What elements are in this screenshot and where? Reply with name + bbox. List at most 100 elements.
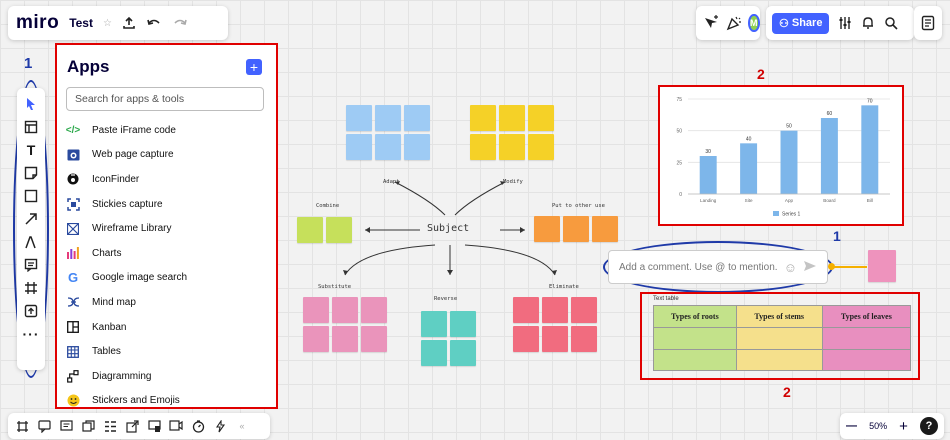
sticky-note-substitute[interactable] — [303, 326, 329, 352]
sticky-note-icon[interactable] — [20, 163, 42, 183]
export-board-icon[interactable] — [122, 16, 136, 30]
zoom-in-button[interactable]: + — [899, 418, 908, 435]
sticky-note-eliminate[interactable] — [542, 297, 568, 323]
text-icon[interactable]: T — [20, 140, 42, 160]
more-icon[interactable]: ··· — [20, 324, 42, 344]
mind-map-subject[interactable]: Subject — [427, 223, 469, 234]
sticky-note-adapt[interactable] — [375, 105, 401, 131]
sticky-note-modify[interactable] — [470, 134, 496, 160]
user-avatar[interactable]: M — [748, 14, 760, 32]
emoji-picker-icon[interactable]: ☺ — [784, 260, 797, 275]
export-icon[interactable] — [125, 419, 139, 433]
app-item-paste-iframe[interactable]: </> Paste iFrame code — [66, 118, 266, 143]
sticky-note-eliminate[interactable] — [571, 297, 597, 323]
roots-stems-leaves-table[interactable]: Types of roots Types of stems Types of l… — [653, 305, 912, 371]
sticky-note-other-use[interactable] — [534, 216, 560, 242]
sticky-note-substitute[interactable] — [332, 297, 358, 323]
crop-icon[interactable] — [20, 278, 42, 298]
search-icon[interactable] — [884, 16, 899, 30]
select-icon[interactable] — [20, 94, 42, 114]
sticky-note-substitute[interactable] — [361, 326, 387, 352]
voting-icon[interactable] — [213, 419, 227, 433]
upload-icon[interactable] — [20, 301, 42, 321]
sticky-note-eliminate[interactable] — [513, 326, 539, 352]
sticky-note-modify[interactable] — [528, 105, 554, 131]
table-header-stems[interactable]: Types of stems — [735, 305, 823, 328]
help-button[interactable]: ? — [919, 417, 938, 435]
arrow-icon[interactable] — [20, 209, 42, 229]
sticky-note-modify[interactable] — [470, 105, 496, 131]
sticky-note-eliminate[interactable] — [571, 326, 597, 352]
app-item-stickers-emojis[interactable]: Stickers and Emojis — [66, 389, 266, 414]
app-item-web-capture[interactable]: Web page capture — [66, 143, 266, 168]
reactions-icon[interactable] — [702, 15, 720, 31]
comment-input[interactable]: Add a comment. Use @ to mention. ☺ — [608, 250, 828, 284]
share-button[interactable]: ⚇ Share — [772, 12, 830, 34]
board-menu-button[interactable] — [914, 6, 942, 40]
app-item-kanban[interactable]: Kanban — [66, 315, 266, 340]
sticky-note-substitute[interactable] — [303, 297, 329, 323]
zoom-out-button[interactable]: — — [846, 420, 857, 432]
board-name[interactable]: Test — [69, 16, 93, 30]
sticky-note-other-use[interactable] — [563, 216, 589, 242]
collapse-chevron-icon[interactable]: « — [235, 419, 249, 433]
zoom-level[interactable]: 50% — [869, 421, 887, 431]
sticky-note-eliminate[interactable] — [542, 326, 568, 352]
cards-icon[interactable] — [81, 419, 95, 433]
present-icon[interactable] — [147, 419, 161, 433]
table-cell[interactable] — [653, 348, 737, 371]
star-icon[interactable]: ☆ — [103, 18, 112, 29]
sticky-note-modify[interactable] — [528, 134, 554, 160]
sticky-note-substitute[interactable] — [332, 326, 358, 352]
sticky-note-reverse[interactable] — [450, 311, 476, 337]
add-app-button[interactable]: + — [246, 59, 262, 75]
table-cell[interactable] — [653, 327, 737, 350]
comments-icon[interactable] — [59, 419, 73, 433]
sticky-note-adapt[interactable] — [404, 134, 430, 160]
sticky-note[interactable] — [868, 250, 896, 282]
sticky-note-combine[interactable] — [326, 217, 352, 243]
app-item-charts[interactable]: Charts — [66, 241, 266, 266]
sticky-note-adapt[interactable] — [404, 105, 430, 131]
table-header-roots[interactable]: Types of roots — [653, 305, 737, 328]
table-cell[interactable] — [735, 327, 823, 350]
app-item-stickies-capture[interactable]: Stickies capture — [66, 192, 266, 217]
sticky-note-adapt[interactable] — [346, 105, 372, 131]
app-item-mind-map[interactable]: Mind map — [66, 290, 266, 315]
table-header-leaves[interactable]: Types of leaves — [821, 305, 912, 328]
app-item-tables[interactable]: Tables — [66, 339, 266, 364]
sticky-note-eliminate[interactable] — [513, 297, 539, 323]
comment-icon[interactable] — [20, 255, 42, 275]
bar-chart[interactable]: 0 25 50 75 30 Landing 40 Site 50 App 60 Board 70 Bill… — [660, 87, 902, 224]
bell-icon[interactable] — [861, 16, 875, 30]
app-item-iconfinder[interactable]: IconFinder — [66, 167, 266, 192]
sticky-note-modify[interactable] — [499, 105, 525, 131]
table-cell[interactable] — [821, 348, 912, 371]
sticky-note-reverse[interactable] — [421, 311, 447, 337]
app-item-wireframe[interactable]: Wireframe Library — [66, 216, 266, 241]
miro-logo[interactable]: miro — [16, 12, 59, 34]
timer-icon[interactable] — [191, 419, 205, 433]
sticky-note-adapt[interactable] — [375, 134, 401, 160]
shape-icon[interactable] — [20, 186, 42, 206]
chat-icon[interactable] — [37, 419, 51, 433]
app-item-diagramming[interactable]: Diagramming — [66, 364, 266, 389]
pen-icon[interactable] — [20, 232, 42, 252]
celebrate-icon[interactable] — [726, 15, 742, 31]
sticky-note-modify[interactable] — [499, 134, 525, 160]
app-item-google-image[interactable]: G Google image search — [66, 266, 266, 291]
send-icon[interactable] — [803, 260, 817, 275]
apps-search-input[interactable] — [66, 87, 264, 111]
undo-icon[interactable] — [146, 17, 162, 29]
timeline-icon[interactable] — [103, 419, 117, 433]
redo-icon[interactable] — [172, 17, 188, 29]
frames-icon[interactable] — [15, 419, 29, 433]
sticky-note-combine[interactable] — [297, 217, 323, 243]
frame-icon[interactable] — [20, 117, 42, 137]
sticky-note-reverse[interactable] — [421, 340, 447, 366]
sticky-note-substitute[interactable] — [361, 297, 387, 323]
settings-sliders-icon[interactable] — [838, 16, 852, 30]
sticky-note-other-use[interactable] — [592, 216, 618, 242]
sticky-note-reverse[interactable] — [450, 340, 476, 366]
table-cell[interactable] — [735, 348, 823, 371]
